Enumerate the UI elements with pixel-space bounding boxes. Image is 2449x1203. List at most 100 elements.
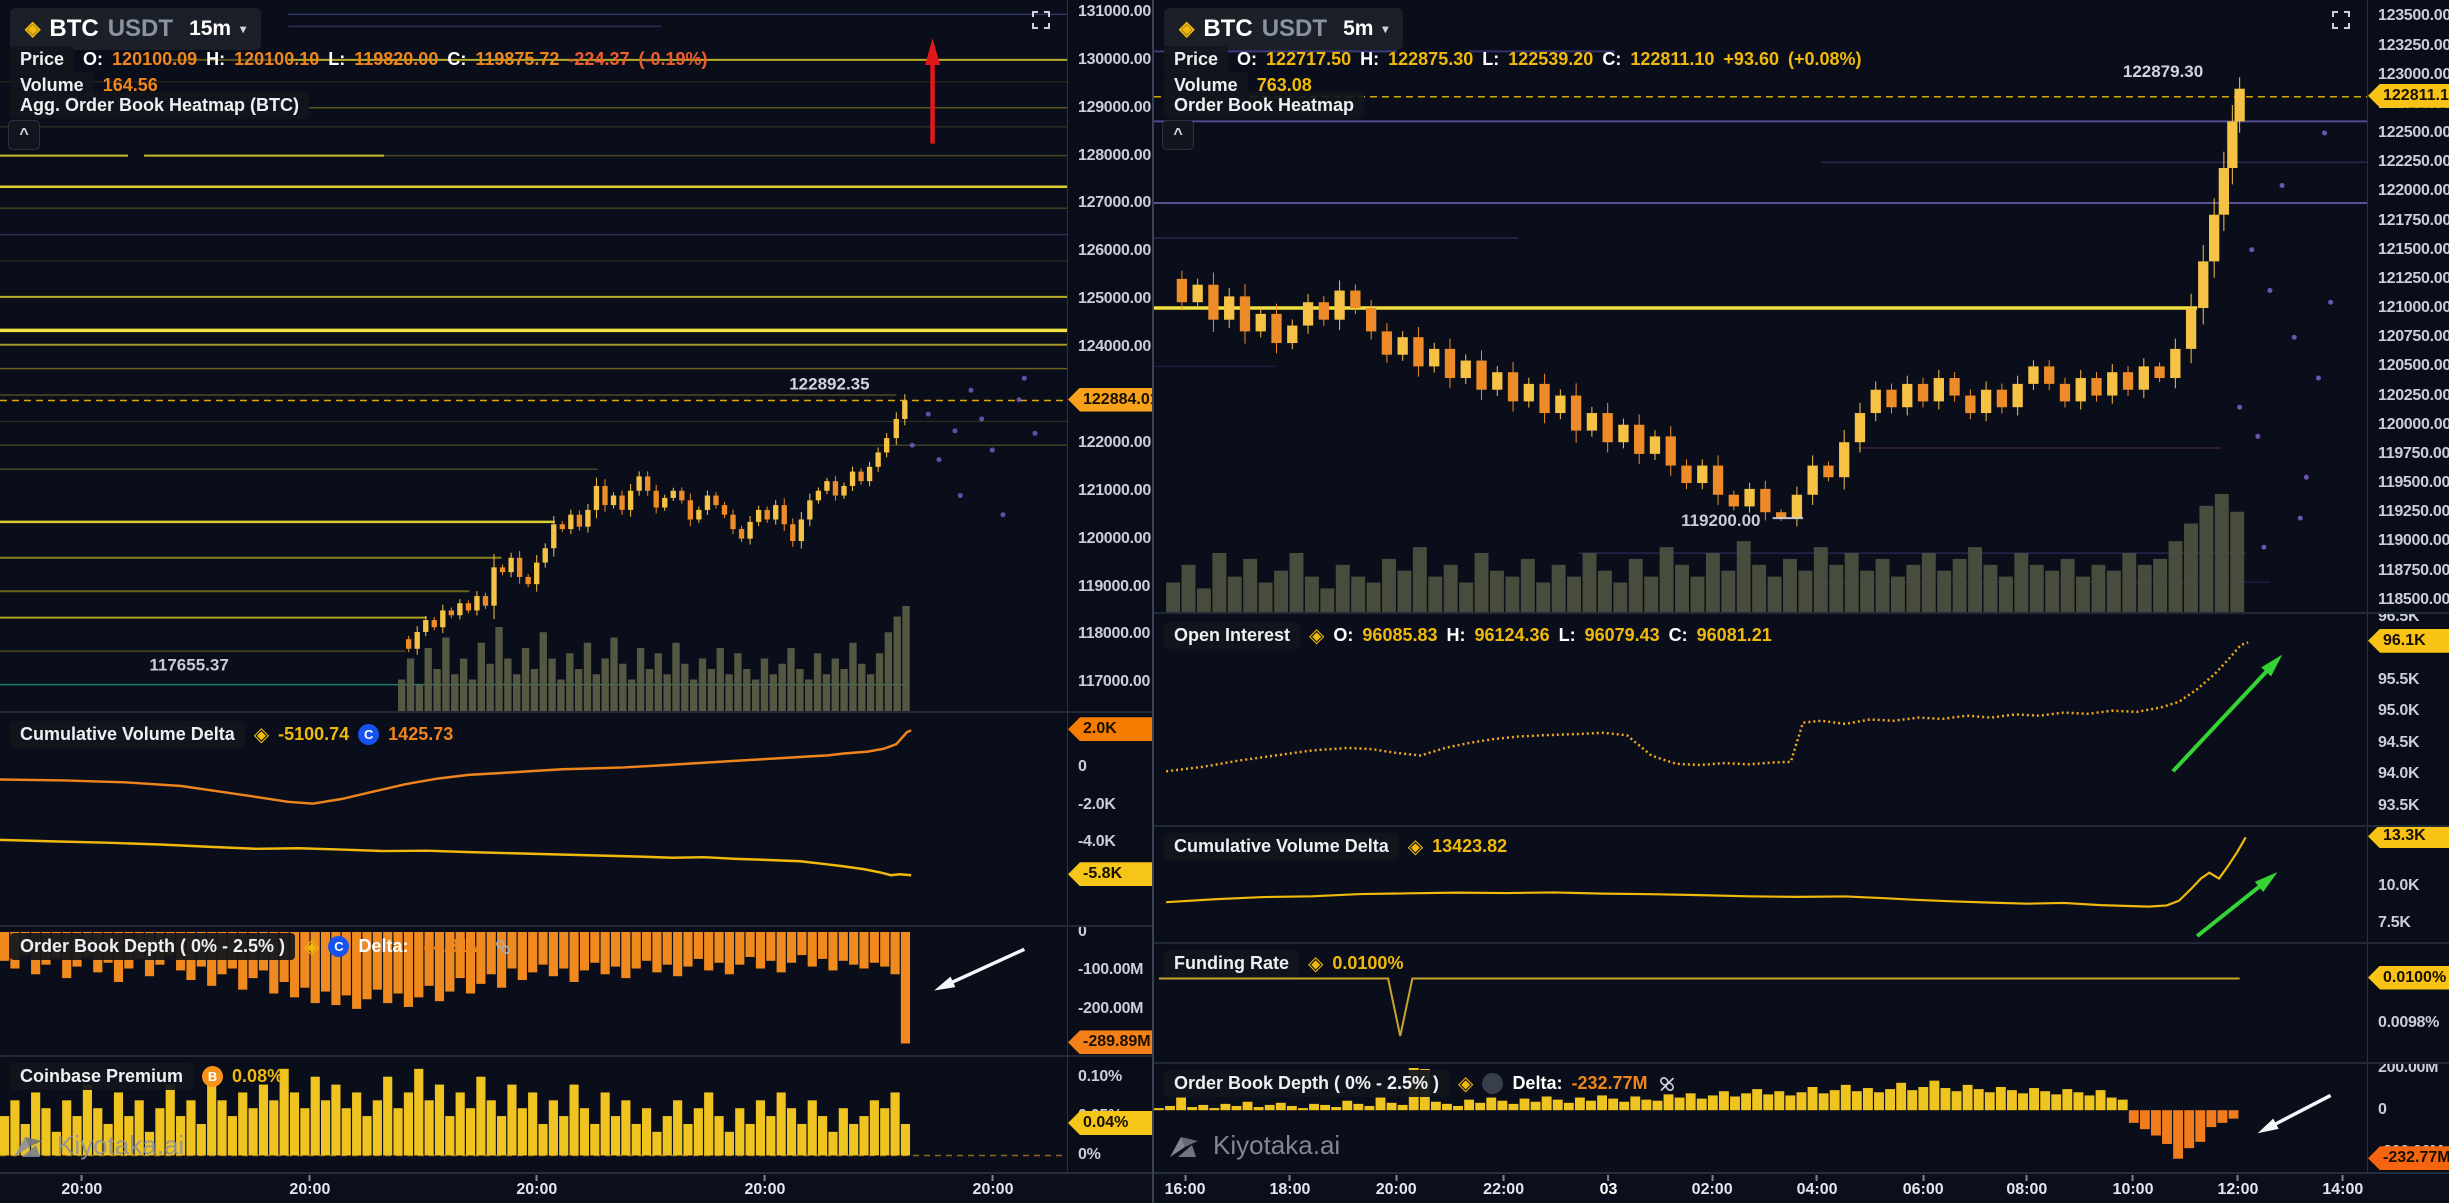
axis-tick: -200.00M xyxy=(1078,1000,1143,1018)
open-key: O: xyxy=(1237,49,1257,70)
axis-tick: 131000.00 xyxy=(1078,3,1151,21)
bitcoin-icon: B xyxy=(202,1066,223,1087)
axis-tick: 120750.00 xyxy=(2378,328,2449,346)
binance-icon: ◈ xyxy=(1408,837,1423,857)
right-oi-axis[interactable]: 96.5K95.5K95.0K94.5K94.0K93.5K96.1K xyxy=(2367,614,2449,825)
right-cvd-pane: 10.0K7.5K13.3K Cumulative Volume Delta ◈… xyxy=(1154,825,2449,942)
change-percent: (-0.19%) xyxy=(638,49,707,70)
chevron-down-icon: ▾ xyxy=(1382,22,1388,36)
right-heatmap-row: Order Book Heatmap xyxy=(1164,92,1364,119)
left-time-axis[interactable]: 20:0020:0020:0020:0020:00 xyxy=(0,1172,1152,1203)
time-tick: 12:00 xyxy=(2217,1175,2258,1199)
left-obd-axis[interactable]: 0-100.00M-200.00M-289.89M xyxy=(1067,927,1152,1055)
close-key: C: xyxy=(1602,49,1621,70)
link-icon[interactable] xyxy=(493,937,513,957)
fullscreen-icon[interactable] xyxy=(1029,8,1053,37)
chevron-down-icon: ▾ xyxy=(240,22,246,36)
low-value: 122539.20 xyxy=(1508,49,1593,70)
left-premium-axis[interactable]: 0.10%0.05%0%0.04% xyxy=(1067,1057,1152,1172)
change-percent: (+0.08%) xyxy=(1788,49,1862,70)
time-tick: 02:00 xyxy=(1692,1175,1733,1199)
fullscreen-icon[interactable] xyxy=(2329,8,2353,37)
axis-tick: 119000.00 xyxy=(2378,532,2449,550)
collapse-button[interactable]: ^ xyxy=(1162,120,1194,150)
collapse-button[interactable]: ^ xyxy=(8,120,40,150)
price-badge: 2.0K xyxy=(1068,717,1152,741)
price-badge: 0.04% xyxy=(1068,1111,1152,1135)
axis-tick: 119750.00 xyxy=(2378,445,2449,463)
delta-value: -84.31M xyxy=(417,936,483,957)
right-cvd-axis[interactable]: 10.0K7.5K13.3K xyxy=(2367,827,2449,942)
watermark-text: Kiyotaka.ai xyxy=(1213,1130,1340,1161)
right-chart-panel: 119200.00122879.30 123500.00123250.00123… xyxy=(1152,0,2449,1203)
axis-tick: 121750.00 xyxy=(2378,212,2449,230)
price-label: Price xyxy=(1164,46,1228,73)
right-obd-axis[interactable]: 200.00M0-200.00M-232.77M xyxy=(2367,1064,2449,1172)
oi-close-value: 96081.21 xyxy=(1697,625,1772,646)
axis-tick: 7.5K xyxy=(2378,914,2411,932)
cvd-binance-value: -5100.74 xyxy=(278,724,349,745)
right-funding-row: Funding Rate ◈ 0.0100% xyxy=(1164,950,1403,977)
axis-tick: 0.0098% xyxy=(2378,1014,2439,1032)
left-cvd-axis[interactable]: 0-2.0K-4.0K2.0K-5.8K xyxy=(1067,713,1152,925)
kiyotaka-logo-icon xyxy=(1168,1131,1204,1161)
time-tick: 06:00 xyxy=(1903,1175,1944,1199)
change-value: +93.60 xyxy=(1723,49,1779,70)
low-key: L: xyxy=(1559,625,1576,646)
left-symbol-selector[interactable]: ◈ BTCUSDT 15m ▾ xyxy=(10,8,261,50)
close-key: C: xyxy=(447,49,466,70)
coinbase-icon: C xyxy=(358,724,379,745)
axis-tick: 122000.00 xyxy=(2378,182,2449,200)
unlink-icon[interactable] xyxy=(1657,1074,1677,1094)
time-tick: 20:00 xyxy=(744,1175,785,1199)
axis-tick: 122250.00 xyxy=(2378,153,2449,171)
right-main-pane: 119200.00122879.30 123500.00123250.00123… xyxy=(1154,0,2449,612)
axis-tick: 95.5K xyxy=(2378,671,2419,689)
left-chart-panel: 122892.35117655.37 131000.00130000.00129… xyxy=(0,0,1152,1203)
right-time-axis[interactable]: 16:0018:0020:0022:000302:0004:0006:0008:… xyxy=(1154,1172,2449,1203)
oi-label: Open Interest xyxy=(1164,622,1300,649)
axis-tick: 129000.00 xyxy=(1078,99,1151,117)
axis-tick: 128000.00 xyxy=(1078,147,1151,165)
high-key: H: xyxy=(1360,49,1379,70)
axis-tick: 122500.00 xyxy=(2378,124,2449,142)
kiyotaka-logo-icon xyxy=(12,1131,48,1161)
svg-text:122879.30: 122879.30 xyxy=(2123,62,2203,81)
high-value: 120100.10 xyxy=(234,49,319,70)
obd-label: Order Book Depth ( 0% - 2.5% ) xyxy=(1164,1070,1449,1097)
axis-tick: 123250.00 xyxy=(2378,37,2449,55)
cvd-value: 13423.82 xyxy=(1432,836,1507,857)
price-badge: 0.0100% xyxy=(2368,966,2449,990)
axis-tick: 96.5K xyxy=(2378,614,2419,626)
axis-tick: 130000.00 xyxy=(1078,51,1151,69)
left-symbol-row: ◈ BTCUSDT 15m ▾ xyxy=(10,8,261,50)
right-obd-pane: 200.00M0-200.00M-232.77M Order Book Dept… xyxy=(1154,1062,2449,1172)
price-badge: -5.8K xyxy=(1068,862,1152,886)
cvd-label: Cumulative Volume Delta xyxy=(1164,833,1399,860)
axis-tick: 94.0K xyxy=(2378,765,2419,783)
funding-value: 0.0100% xyxy=(1332,953,1403,974)
funding-label: Funding Rate xyxy=(1164,950,1299,977)
time-tick: 16:00 xyxy=(1165,1175,1206,1199)
exchange-icon xyxy=(1482,1073,1503,1094)
open-key: O: xyxy=(1333,625,1353,646)
price-badge: 122811.10 xyxy=(2368,84,2449,108)
right-obd-row: Order Book Depth ( 0% - 2.5% ) ◈ Delta: … xyxy=(1164,1070,1677,1097)
axis-tick: 121250.00 xyxy=(2378,270,2449,288)
low-value: 119820.00 xyxy=(354,49,438,70)
price-badge: -289.89M xyxy=(1068,1030,1152,1054)
close-value: 119875.72 xyxy=(475,49,559,70)
right-price-axis[interactable]: 123500.00123250.00123000.00122750.001225… xyxy=(2367,0,2449,612)
axis-tick: -2.0K xyxy=(1078,796,1116,814)
symbol-quote: USDT xyxy=(1262,15,1327,43)
premium-label: Coinbase Premium xyxy=(10,1063,193,1090)
high-key: H: xyxy=(206,49,225,70)
right-funding-axis[interactable]: 0.0098% 0.0100% xyxy=(2367,944,2449,1062)
open-key: O: xyxy=(83,49,103,70)
timeframe-label: 15m xyxy=(189,17,231,41)
time-tick: 14:00 xyxy=(2322,1175,2363,1199)
oi-open-value: 96085.83 xyxy=(1362,625,1437,646)
left-price-axis[interactable]: 131000.00130000.00129000.00128000.001270… xyxy=(1067,0,1152,711)
axis-tick: 93.5K xyxy=(2378,797,2419,815)
right-symbol-selector[interactable]: ◈ BTCUSDT 5m ▾ xyxy=(1164,8,1403,50)
